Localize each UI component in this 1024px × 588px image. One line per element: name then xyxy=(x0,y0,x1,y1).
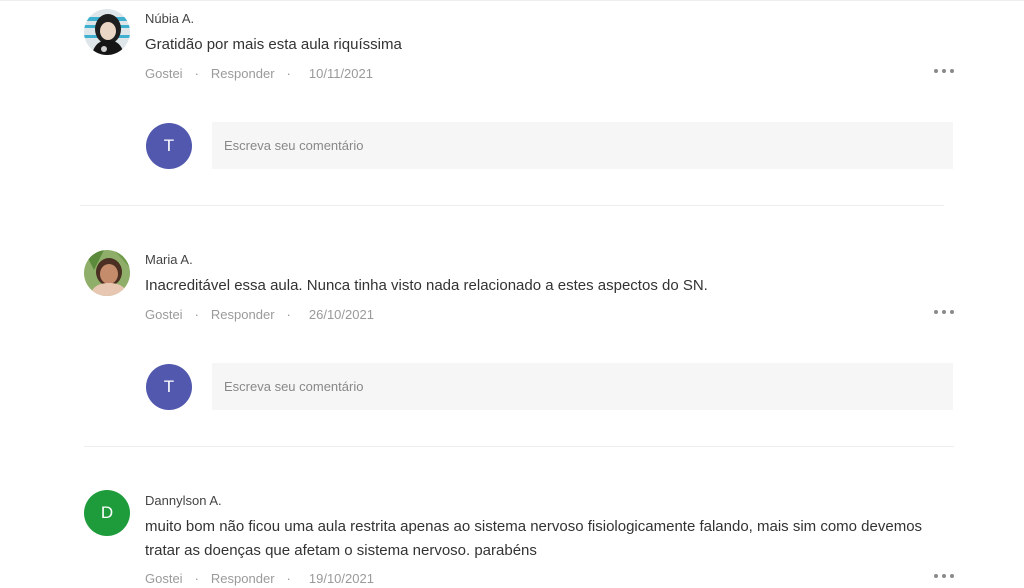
comment-author: Maria A. xyxy=(145,252,193,267)
comment-text: Gratidão por mais esta aula riquíssima xyxy=(145,36,402,53)
separator-dot: · xyxy=(286,66,291,81)
user-photo-icon xyxy=(84,9,130,55)
comment-author: Núbia A. xyxy=(145,11,195,26)
comment-actions: Gostei · Responder · 19/10/2021 xyxy=(145,571,374,586)
reply-comment-input[interactable] xyxy=(212,363,953,410)
like-button[interactable]: Gostei xyxy=(145,66,183,81)
top-divider xyxy=(0,0,1024,1)
reply-button[interactable]: Responder xyxy=(211,66,275,81)
more-options-icon[interactable] xyxy=(934,67,954,75)
comment-actions: Gostei · Responder · 10/11/2021 xyxy=(145,66,373,81)
reply-user-avatar: T xyxy=(146,364,192,410)
user-photo-icon xyxy=(84,250,130,296)
separator-dot: · xyxy=(286,571,291,586)
reply-button[interactable]: Responder xyxy=(211,307,275,322)
separator-dot: · xyxy=(194,66,199,81)
like-button[interactable]: Gostei xyxy=(145,571,183,586)
comments-page: Núbia A. Gratidão por mais esta aula riq… xyxy=(0,0,1024,588)
comment-author: Dannylson A. xyxy=(145,493,222,508)
user-avatar-dannylson[interactable]: D xyxy=(84,490,130,536)
user-avatar-nubia[interactable] xyxy=(84,9,130,55)
separator-dot: · xyxy=(286,307,291,322)
reply-user-avatar: T xyxy=(146,123,192,169)
comment-actions: Gostei · Responder · 26/10/2021 xyxy=(145,307,374,322)
comment-text: muito bom não ficou uma aula restrita ap… xyxy=(145,518,923,559)
more-options-icon[interactable] xyxy=(934,308,954,316)
comment-date: 19/10/2021 xyxy=(308,571,374,586)
more-options-icon[interactable] xyxy=(934,572,954,580)
comment-divider xyxy=(84,446,954,447)
user-avatar-maria[interactable] xyxy=(84,250,130,296)
reply-button[interactable]: Responder xyxy=(211,571,275,586)
comment-date: 26/10/2021 xyxy=(308,307,374,322)
comment-text: Inacreditável essa aula. Nunca tinha vis… xyxy=(145,277,708,294)
comment-divider xyxy=(80,205,944,206)
comment-date: 10/11/2021 xyxy=(308,66,373,81)
separator-dot: · xyxy=(194,571,199,586)
like-button[interactable]: Gostei xyxy=(145,307,183,322)
separator-dot: · xyxy=(194,307,199,322)
reply-comment-input[interactable] xyxy=(212,122,953,169)
